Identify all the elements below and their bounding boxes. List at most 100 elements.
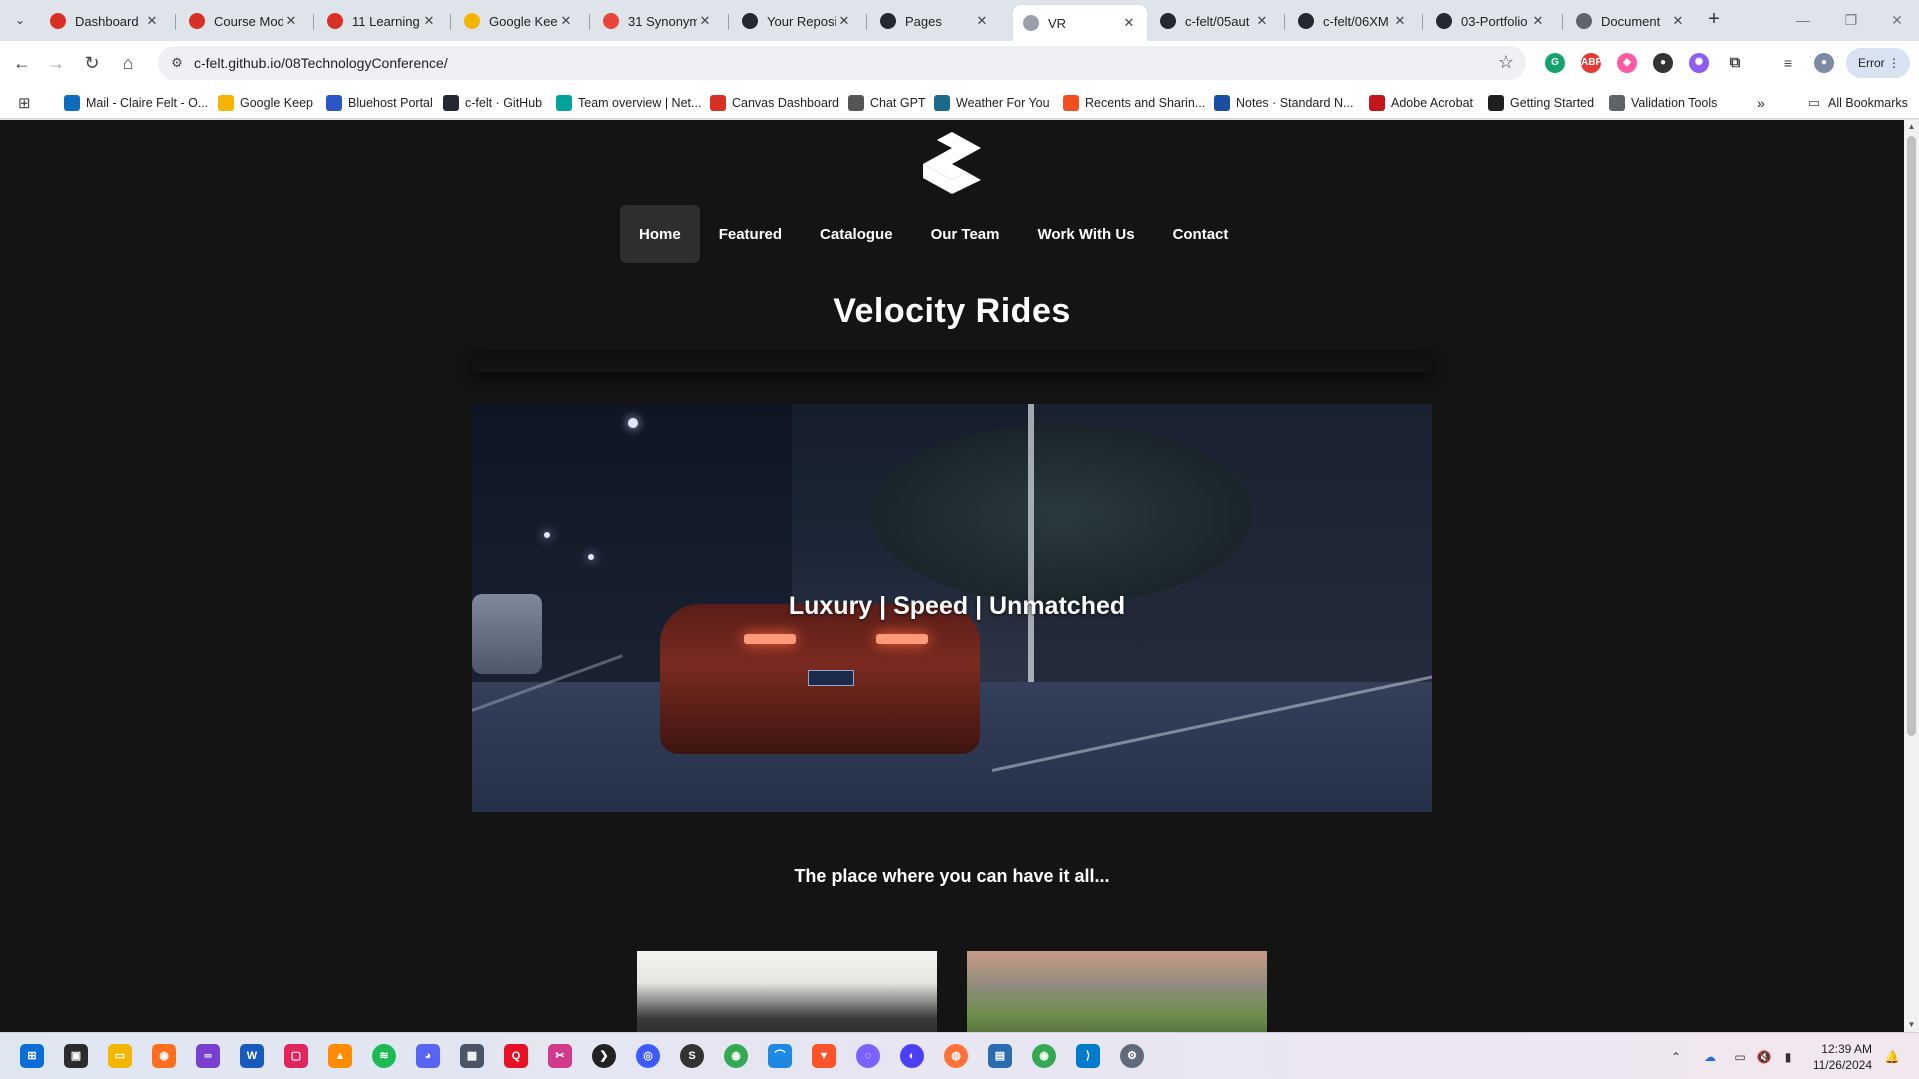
page-scrollbar[interactable]: ▲ ▼	[1904, 120, 1919, 1032]
bookmark-item[interactable]: Google Keep	[218, 93, 313, 113]
clock-time[interactable]: 12:39 AM	[1806, 1042, 1872, 1056]
all-bookmarks-folder[interactable]: ▭ All Bookmarks	[1806, 93, 1908, 113]
close-tab-icon[interactable]: ✕	[144, 13, 160, 29]
back-arrow-icon[interactable]: ←	[10, 51, 34, 75]
start-windows-icon[interactable]: ⊞	[20, 1044, 44, 1068]
reload-icon[interactable]: ↻	[80, 51, 104, 75]
reading-list-icon[interactable]: ≡	[1778, 53, 1798, 73]
bookmark-item[interactable]: Chat GPT	[848, 93, 926, 113]
more-bookmarks-chevron-icon[interactable]: »	[1757, 93, 1765, 113]
app-icon[interactable]: ∞	[196, 1044, 220, 1068]
browser-tab[interactable]: Your Reposit ✕	[732, 6, 862, 36]
bookmark-item[interactable]: Recents and Sharin...	[1063, 93, 1205, 113]
notepad-icon[interactable]: ▤	[988, 1044, 1012, 1068]
adblock-extension-icon[interactable]: ABP	[1581, 53, 1602, 73]
scrollbar-thumb[interactable]	[1907, 136, 1916, 736]
url-text[interactable]: c-felt.github.io/08TechnologyConference/	[194, 55, 448, 71]
browser-tab[interactable]: 31 Synonym ✕	[593, 6, 723, 36]
nav-catalogue[interactable]: Catalogue	[801, 205, 912, 263]
file-explorer-icon[interactable]: ▭	[108, 1044, 132, 1068]
nav-home[interactable]: Home	[620, 205, 700, 263]
browser-tab[interactable]: c-felt/05aut ✕	[1150, 6, 1280, 36]
close-tab-icon[interactable]: ✕	[1530, 13, 1546, 29]
grammarly-extension-icon[interactable]: G	[1545, 53, 1565, 73]
app-icon[interactable]: ⌒	[768, 1044, 792, 1068]
vscode-icon[interactable]: ⟩	[1076, 1044, 1100, 1068]
forward-arrow-icon[interactable]: →	[44, 51, 68, 75]
battery-icon[interactable]: ▮	[1780, 1049, 1796, 1065]
scroll-up-icon[interactable]: ▲	[1904, 120, 1919, 134]
browser-tab[interactable]: 11 Learning ✕	[317, 6, 447, 36]
browser-tab[interactable]: Dashboard ✕	[40, 6, 170, 36]
brave-icon[interactable]: ▼	[812, 1044, 836, 1068]
vlc-icon[interactable]: ▲	[328, 1044, 352, 1068]
bookmark-item[interactable]: c-felt · GitHub	[443, 93, 542, 113]
bookmark-item[interactable]: Team overview | Net...	[556, 93, 701, 113]
scroll-down-icon[interactable]: ▼	[1904, 1018, 1919, 1032]
network-icon[interactable]: ▭	[1732, 1049, 1748, 1065]
nav-work-with-us[interactable]: Work With Us	[1018, 205, 1153, 263]
app-icon[interactable]: S	[680, 1044, 704, 1068]
suzuki-style-s-logo[interactable]	[919, 130, 985, 196]
browser-tab[interactable]: Course Mod ✕	[179, 6, 309, 36]
home-icon[interactable]: ⌂	[116, 51, 140, 75]
firefox-icon[interactable]: ◉	[152, 1044, 176, 1068]
close-tab-icon[interactable]: ✕	[697, 13, 713, 29]
close-tab-icon[interactable]: ✕	[836, 13, 852, 29]
notification-bell-icon[interactable]: 🔔	[1884, 1049, 1900, 1065]
close-tab-icon[interactable]: ✕	[974, 13, 990, 29]
snipping-tool-icon[interactable]: ✂	[548, 1044, 572, 1068]
word-icon[interactable]: W	[240, 1044, 264, 1068]
close-tab-icon[interactable]: ✕	[421, 13, 437, 29]
plex-icon[interactable]: ❯	[592, 1044, 616, 1068]
volume-muted-icon[interactable]: 🔇	[1756, 1049, 1772, 1065]
bookmark-item[interactable]: Canvas Dashboard	[710, 93, 839, 113]
app-icon[interactable]: ◐	[900, 1044, 924, 1068]
app-icon[interactable]: ▢	[284, 1044, 308, 1068]
app-icon[interactable]: ◌	[856, 1044, 880, 1068]
chrome-icon[interactable]: ◉	[724, 1044, 748, 1068]
task-view-icon[interactable]: ▣	[64, 1044, 88, 1068]
nav-contact[interactable]: Contact	[1154, 205, 1248, 263]
hero-video[interactable]: Luxury | Speed | Unmatched	[472, 404, 1432, 812]
browser-tab[interactable]: 03-Portfolio ✕	[1426, 6, 1556, 36]
minimize-icon[interactable]: —	[1788, 8, 1818, 32]
extension-icon[interactable]: ✺	[1689, 53, 1709, 73]
address-bar[interactable]: ⚙ c-felt.github.io/08TechnologyConferenc…	[158, 46, 1526, 80]
close-window-icon[interactable]: ✕	[1882, 8, 1912, 32]
bookmark-item[interactable]: Adobe Acrobat	[1369, 93, 1473, 113]
close-tab-icon[interactable]: ✕	[1670, 13, 1686, 29]
browser-tab[interactable]: Pages ✕	[870, 6, 1000, 36]
restore-icon[interactable]: ❐	[1836, 8, 1866, 32]
close-tab-icon[interactable]: ✕	[1392, 13, 1408, 29]
bookmark-item[interactable]: Validation Tools	[1609, 93, 1717, 113]
nav-featured[interactable]: Featured	[700, 205, 801, 263]
tab-search-chevron-icon[interactable]: ⌄	[8, 8, 32, 32]
settings-gear-icon[interactable]: ⚙	[1120, 1044, 1144, 1068]
new-tab-button[interactable]: +	[1702, 8, 1726, 32]
browser-tab[interactable]: c-felt/06XM ✕	[1288, 6, 1418, 36]
browser-tab[interactable]: Document ✕	[1566, 6, 1696, 36]
profile-avatar[interactable]: ●	[1814, 53, 1834, 73]
browser-tab[interactable]: VR ✕	[1013, 5, 1147, 41]
bookmark-item[interactable]: Getting Started	[1488, 93, 1594, 113]
site-info-icon[interactable]: ⚙	[168, 54, 186, 72]
chrome-icon[interactable]: ◉	[1032, 1044, 1056, 1068]
cloud-icon[interactable]: ☁	[1702, 1049, 1718, 1065]
profile-error-button[interactable]: Error ⋮	[1846, 48, 1910, 78]
close-tab-icon[interactable]: ✕	[1254, 13, 1270, 29]
show-hidden-icons-chevron-icon[interactable]: ⌃	[1668, 1049, 1684, 1065]
clock-date[interactable]: 11/26/2024	[1806, 1058, 1872, 1072]
bookmark-item[interactable]: Weather For You	[934, 93, 1050, 113]
app-icon[interactable]: ◎	[636, 1044, 660, 1068]
app-icon[interactable]: ◍	[944, 1044, 968, 1068]
showroom-card-image[interactable]	[637, 951, 937, 1032]
close-tab-icon[interactable]: ✕	[558, 13, 574, 29]
spotify-icon[interactable]: ≋	[372, 1044, 396, 1068]
browser-tab[interactable]: Google Keep ✕	[454, 6, 584, 36]
close-tab-icon[interactable]: ✕	[283, 13, 299, 29]
track-card-image[interactable]	[967, 951, 1267, 1032]
apps-grid-icon[interactable]: ⊞	[18, 93, 31, 113]
bookmark-item[interactable]: Bluehost Portal	[326, 93, 433, 113]
nav-our-team[interactable]: Our Team	[912, 205, 1019, 263]
